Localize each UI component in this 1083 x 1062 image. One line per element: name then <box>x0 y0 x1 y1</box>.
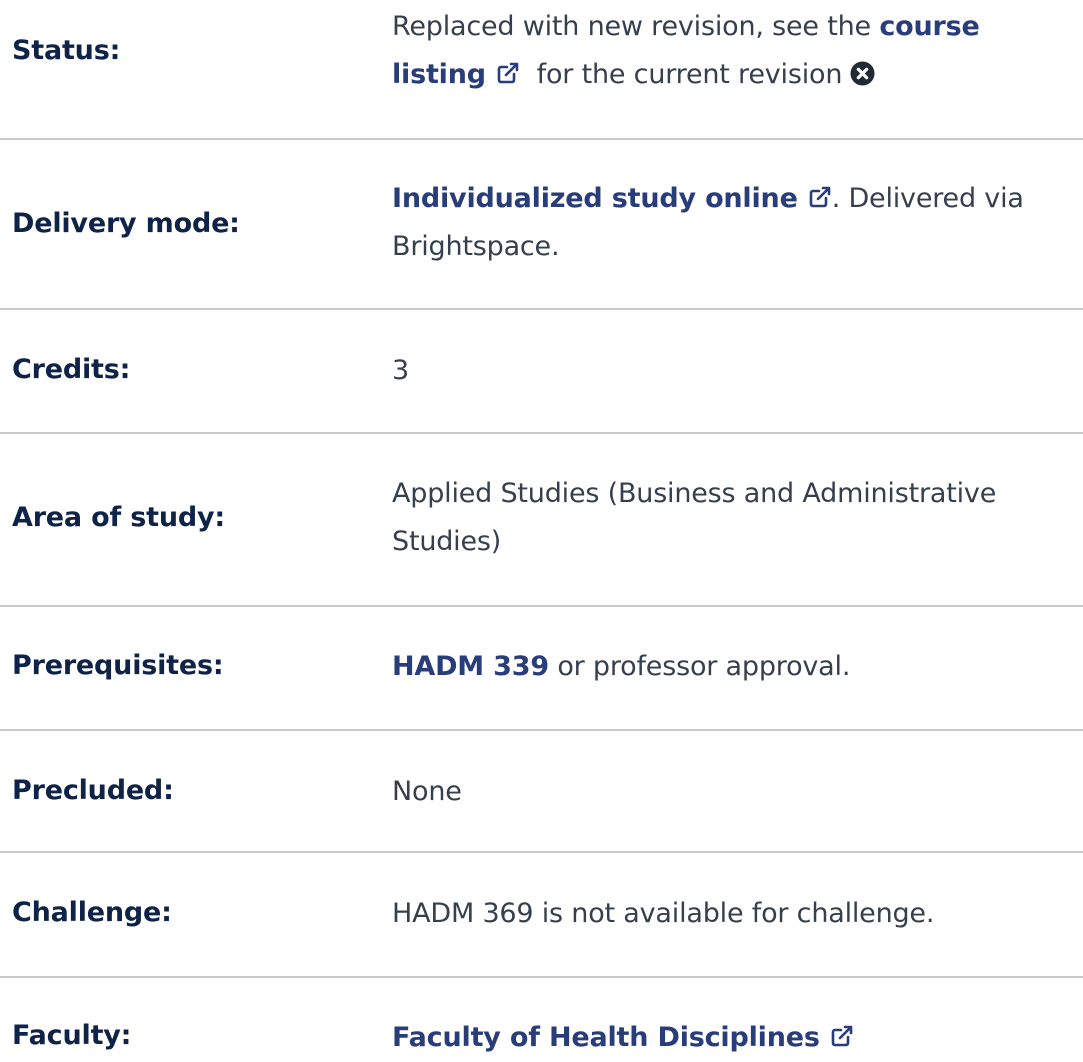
row-delivery-mode: Delivery mode: Individualized study onli… <box>0 140 1083 310</box>
faculty-label: Faculty: <box>12 1020 132 1051</box>
credits-label: Credits: <box>12 354 131 385</box>
delivery-mode-label: Delivery mode: <box>12 208 240 239</box>
row-credits: Credits: 3 <box>0 310 1083 434</box>
external-link-icon <box>808 185 832 209</box>
precluded-value: None <box>392 776 462 807</box>
status-text-before: Replaced with new revision, see the <box>392 11 871 42</box>
prerequisites-value: HADM 339 or professor approval. <box>392 643 1082 691</box>
prerequisites-label: Prerequisites: <box>12 650 224 681</box>
external-link-icon <box>830 1024 854 1048</box>
challenge-label: Challenge: <box>12 897 172 928</box>
external-link-icon <box>496 61 520 85</box>
individualized-study-link[interactable]: Individualized study online <box>392 183 832 214</box>
credits-value: 3 <box>392 355 409 386</box>
close-circle-icon[interactable] <box>850 61 875 86</box>
faculty-value: Faculty of Health Disciplines <box>392 1014 1082 1062</box>
challenge-value: HADM 369 is not available for challenge. <box>392 898 935 929</box>
precluded-label: Precluded: <box>12 775 174 806</box>
row-prerequisites: Prerequisites: HADM 339 or professor app… <box>0 607 1083 731</box>
row-faculty: Faculty: Faculty of Health Disciplines <box>0 978 1083 1053</box>
row-precluded: Precluded: None <box>0 731 1083 853</box>
area-of-study-label: Area of study: <box>12 502 225 533</box>
area-of-study-value: Applied Studies (Business and Administra… <box>392 478 997 557</box>
row-challenge: Challenge: HADM 369 is not available for… <box>0 853 1083 978</box>
status-label: Status: <box>12 35 121 66</box>
prerequisites-text: or professor approval. <box>557 651 851 682</box>
course-details-table: Status: Replaced with new revision, see … <box>0 0 1083 1053</box>
row-status: Status: Replaced with new revision, see … <box>0 0 1083 140</box>
status-text-after: for the current revision <box>536 59 843 90</box>
faculty-of-health-disciplines-link[interactable]: Faculty of Health Disciplines <box>392 1022 854 1053</box>
status-value: Replaced with new revision, see the cour… <box>392 3 1082 99</box>
hadm-339-link[interactable]: HADM 339 <box>392 651 549 682</box>
delivery-mode-value: Individualized study online. Delivered v… <box>392 175 1082 271</box>
row-area-of-study: Area of study: Applied Studies (Business… <box>0 434 1083 607</box>
